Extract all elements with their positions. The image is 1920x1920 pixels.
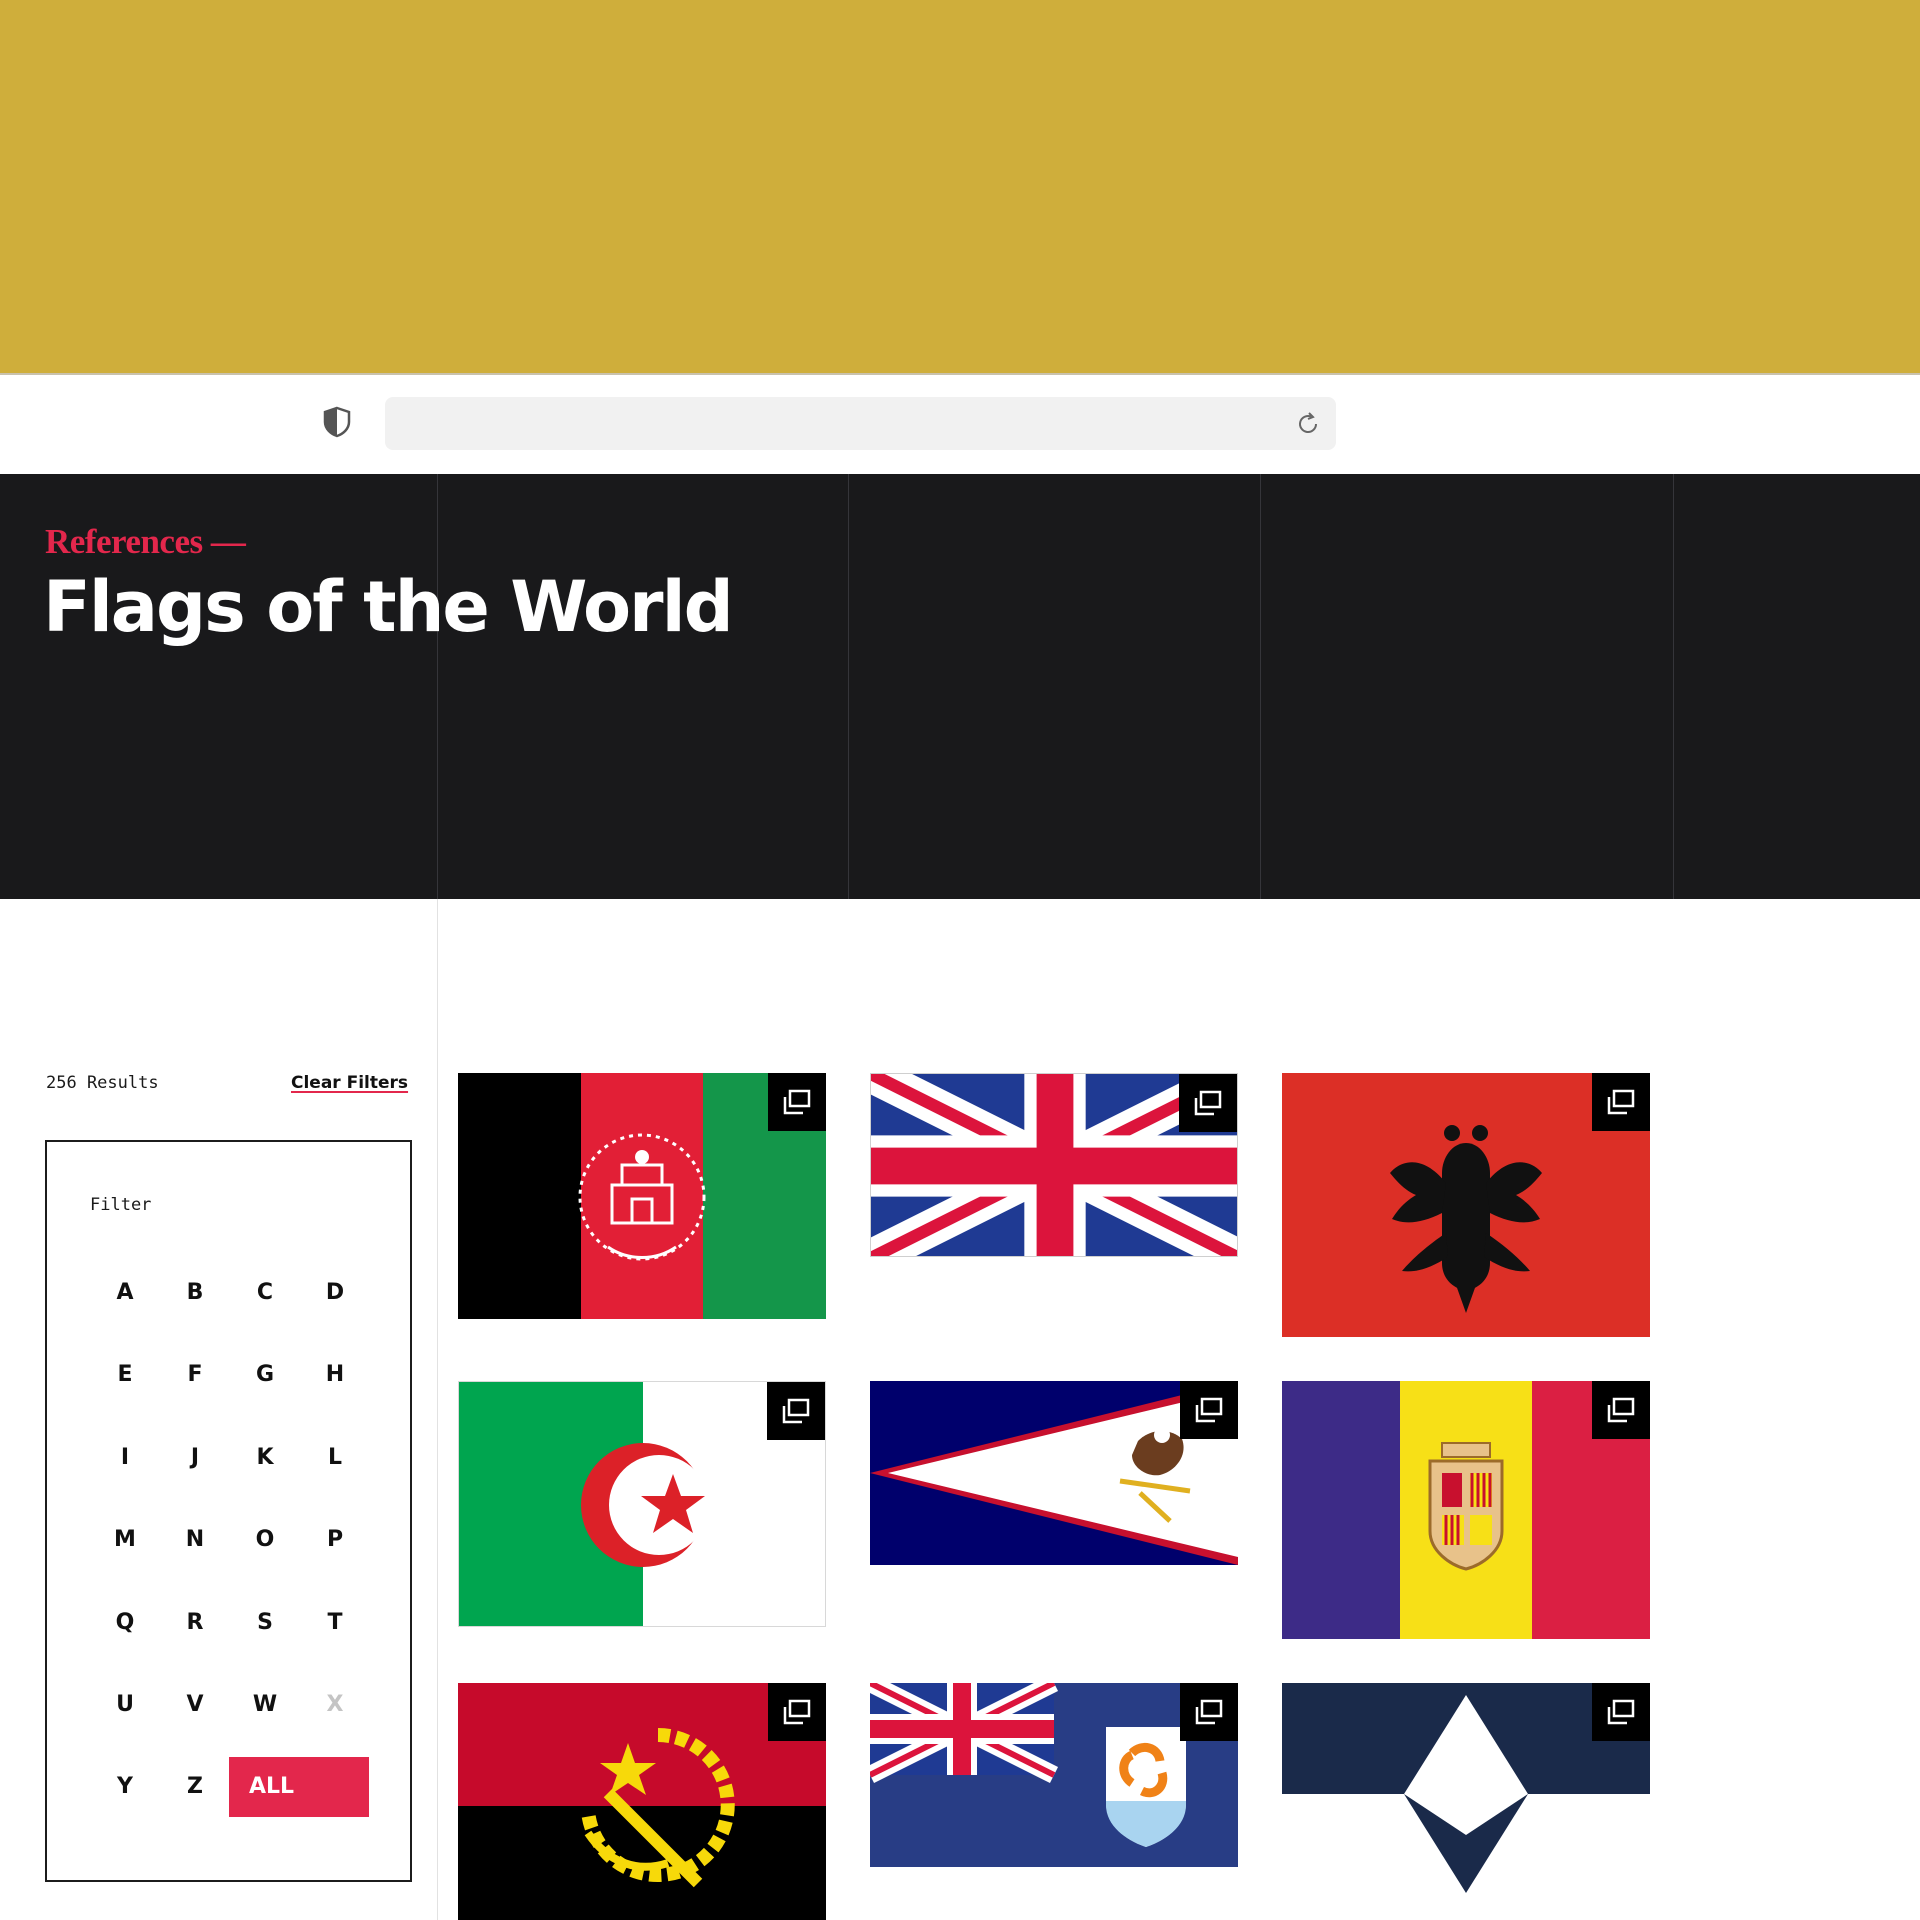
url-bar[interactable]	[385, 397, 1336, 450]
filter-letter-y[interactable]: Y	[97, 1767, 153, 1807]
flag-card-united-kingdom[interactable]	[870, 1073, 1238, 1257]
filter-letter-t[interactable]: T	[307, 1603, 363, 1643]
reload-icon[interactable]	[1294, 410, 1322, 438]
filter-letter-o[interactable]: O	[237, 1520, 293, 1560]
results-count: 256 Results	[46, 1073, 159, 1093]
filter-letter-s[interactable]: S	[237, 1603, 293, 1643]
flag-card-afghanistan[interactable]	[458, 1073, 826, 1319]
top-banner	[0, 0, 1920, 375]
expand-icon[interactable]	[1592, 1381, 1650, 1439]
expand-icon[interactable]	[1592, 1073, 1650, 1131]
filter-letter-m[interactable]: M	[97, 1520, 153, 1560]
flag-card-american-samoa[interactable]	[870, 1381, 1238, 1565]
filter-letter-z[interactable]: Z	[167, 1767, 223, 1807]
filter-letter-j[interactable]: J	[167, 1438, 223, 1478]
sidebar-divider	[437, 899, 438, 1920]
shield-icon[interactable]	[320, 405, 354, 439]
filter-all-button[interactable]: ALL	[229, 1757, 369, 1817]
expand-icon[interactable]	[768, 1073, 826, 1131]
column-divider	[437, 474, 438, 899]
expand-icon[interactable]	[767, 1382, 825, 1440]
filter-letter-q[interactable]: Q	[97, 1603, 153, 1643]
clear-filters-link[interactable]: Clear Filters	[291, 1073, 408, 1093]
expand-icon[interactable]	[1180, 1381, 1238, 1439]
page-header: References — Flags of the World	[0, 474, 1920, 899]
filter-letter-w[interactable]: W	[237, 1685, 293, 1725]
column-divider	[848, 474, 849, 899]
expand-icon[interactable]	[768, 1683, 826, 1741]
filter-letter-e[interactable]: E	[97, 1355, 153, 1395]
filter-letter-r[interactable]: R	[167, 1603, 223, 1643]
filter-letter-u[interactable]: U	[97, 1685, 153, 1725]
column-divider	[1673, 474, 1674, 899]
flag-card-algeria[interactable]	[458, 1381, 826, 1627]
flag-card-anguilla[interactable]	[870, 1683, 1238, 1867]
filter-letter-f[interactable]: F	[167, 1355, 223, 1395]
filter-letter-d[interactable]: D	[307, 1273, 363, 1313]
filter-letter-i[interactable]: I	[97, 1438, 153, 1478]
filter-letter-b[interactable]: B	[167, 1273, 223, 1313]
filter-letter-h[interactable]: H	[307, 1355, 363, 1395]
filter-letter-l[interactable]: L	[307, 1438, 363, 1478]
filter-letter-x-disabled: X	[326, 1692, 344, 1717]
filter-letter-k[interactable]: K	[237, 1438, 293, 1478]
filter-panel: Filter A B C D E F G H I J K L M N O P Q…	[45, 1140, 412, 1882]
column-divider	[1260, 474, 1261, 899]
flag-card-angola[interactable]	[458, 1683, 826, 1920]
flag-card-albania[interactable]	[1282, 1073, 1650, 1337]
filter-letter-a[interactable]: A	[97, 1273, 153, 1313]
filter-letter-v[interactable]: V	[167, 1685, 223, 1725]
filter-letter-n[interactable]: N	[167, 1520, 223, 1560]
filter-letter-c[interactable]: C	[237, 1273, 293, 1313]
expand-icon[interactable]	[1592, 1683, 1650, 1741]
section-eyebrow[interactable]: References —	[45, 522, 246, 562]
filter-letter-p[interactable]: P	[307, 1520, 363, 1560]
flag-card-andorra[interactable]	[1282, 1381, 1650, 1639]
page-title: Flags of the World	[43, 566, 734, 648]
flag-card-antarctica[interactable]	[1282, 1683, 1650, 1893]
filter-label: Filter	[90, 1195, 152, 1215]
expand-icon[interactable]	[1180, 1683, 1238, 1741]
expand-icon[interactable]	[1179, 1074, 1237, 1132]
filter-letter-g[interactable]: G	[237, 1355, 293, 1395]
